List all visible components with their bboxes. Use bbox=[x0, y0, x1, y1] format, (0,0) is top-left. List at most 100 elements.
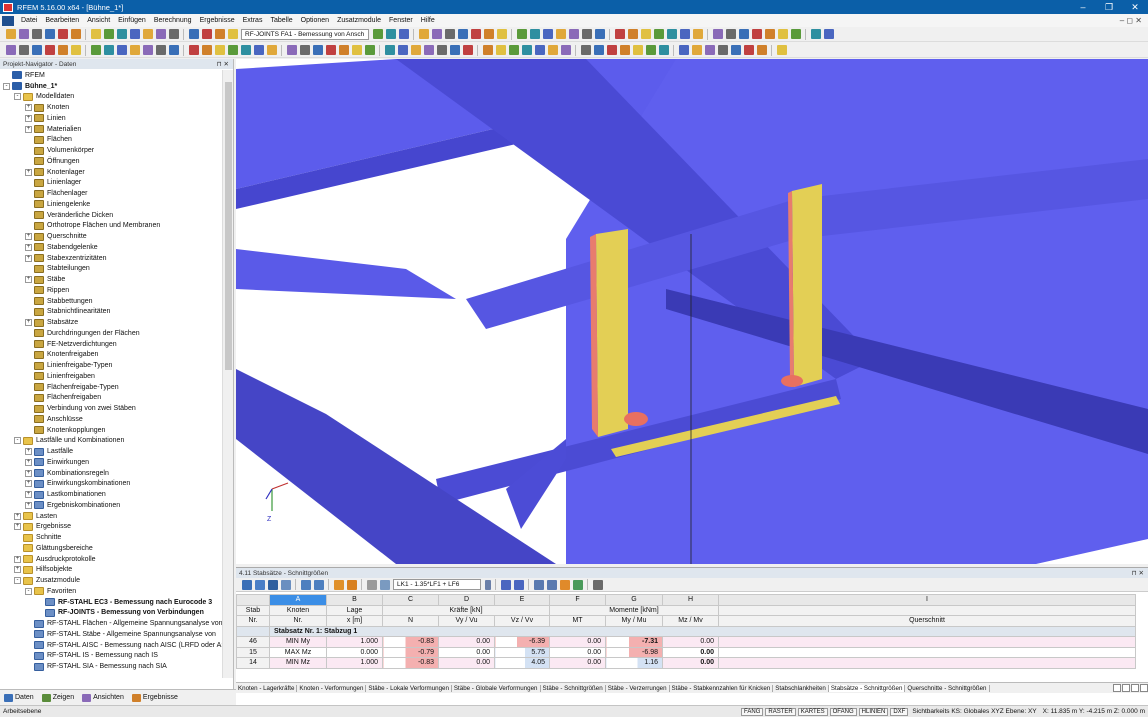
table-cell-Mz[interactable]: 0.00 bbox=[662, 657, 719, 669]
toolbar-tool-icon[interactable] bbox=[614, 29, 625, 39]
table-cell-Vy[interactable]: 0.00 bbox=[438, 636, 495, 648]
toolbar-tool-icon[interactable] bbox=[364, 45, 375, 55]
menu-hilfe[interactable]: Hilfe bbox=[417, 17, 439, 24]
tree-item[interactable]: FE-Netzverdichtungen bbox=[0, 339, 222, 350]
tree-item[interactable]: + Knoten bbox=[0, 102, 222, 113]
tree-item[interactable]: Liniengelenke bbox=[0, 199, 222, 210]
toolbar-tool-icon[interactable] bbox=[129, 29, 140, 39]
toolbar-tool-icon[interactable] bbox=[521, 45, 532, 55]
toolbar-tool-icon[interactable] bbox=[70, 45, 81, 55]
table-cell-Vz[interactable]: 5.75 bbox=[494, 646, 550, 658]
dropdown-arrow-icon[interactable] bbox=[484, 579, 491, 590]
tree-item[interactable]: Linienfreigabe-Typen bbox=[0, 360, 222, 371]
table-tab[interactable]: Stäbe - Schnittgrößen bbox=[541, 684, 606, 692]
toolbar-tool-icon[interactable] bbox=[810, 29, 821, 39]
table-cell-knoten[interactable]: MIN Mz bbox=[269, 657, 327, 669]
status-toggle[interactable]: DXF bbox=[890, 707, 909, 716]
minimize-button[interactable]: – bbox=[1070, 2, 1096, 13]
tree-item[interactable]: RFEM bbox=[0, 70, 222, 81]
restore-button[interactable]: ❐ bbox=[1096, 2, 1122, 13]
tab-ergebnisse[interactable]: Ergebnisse bbox=[128, 693, 182, 702]
menu-ergebnisse[interactable]: Ergebnisse bbox=[196, 17, 239, 24]
navigator-scrollbar[interactable] bbox=[222, 70, 233, 678]
tree-item[interactable]: Flächenfreigaben bbox=[0, 393, 222, 404]
tree-item[interactable]: Flächenlager bbox=[0, 188, 222, 199]
toolbar-tool-icon[interactable] bbox=[129, 45, 140, 55]
table-cell-x[interactable]: 1.000 bbox=[326, 657, 383, 669]
expand-toggle-icon[interactable]: + bbox=[25, 448, 32, 456]
col-header-a[interactable]: A bbox=[269, 594, 327, 606]
tree-item[interactable]: + Einwirkungskombinationen bbox=[0, 479, 222, 490]
table-tool-icon[interactable] bbox=[379, 579, 390, 590]
toolbar-tool-icon[interactable] bbox=[418, 29, 429, 39]
toolbar-tool-icon[interactable] bbox=[692, 29, 703, 39]
toolbar-tool-icon[interactable] bbox=[116, 29, 127, 39]
toolbar-tool-icon[interactable] bbox=[594, 29, 605, 39]
toolbar-tool-icon[interactable] bbox=[568, 29, 579, 39]
toolbar-tool-icon[interactable] bbox=[240, 45, 251, 55]
table-row[interactable]: 46 MIN My 1.000 -0.83 0.00 -6.39 0.00 -7.31 0.00 bbox=[236, 636, 1136, 648]
toolbar-tool-icon[interactable] bbox=[385, 29, 396, 39]
toolbar-tool-icon[interactable] bbox=[606, 45, 617, 55]
model-viewport[interactable]: Z bbox=[236, 59, 1148, 564]
toolbar-tool-icon[interactable] bbox=[299, 45, 310, 55]
tree-item[interactable]: RF-STAHL EC3 - Bemessung nach Eurocode 3 bbox=[0, 597, 222, 608]
toolbar-tool-icon[interactable] bbox=[227, 45, 238, 55]
toolbar-tool-icon[interactable] bbox=[632, 45, 643, 55]
tree-item[interactable]: + Stäbe bbox=[0, 274, 222, 285]
table-tool-icon[interactable] bbox=[267, 579, 278, 590]
group-row[interactable]: Stabsatz Nr. 1: Stabzug 1 bbox=[236, 625, 1136, 637]
table-cell-stab[interactable]: 15 bbox=[236, 646, 270, 658]
table-cell-Vz[interactable]: -6.39 bbox=[494, 636, 550, 648]
toolbar-tool-icon[interactable] bbox=[730, 45, 741, 55]
tree-item[interactable]: RF-JOINTS - Bemessung von Verbindungen bbox=[0, 608, 222, 619]
table-cell-querschnitt[interactable] bbox=[718, 657, 1136, 669]
mdi-controls[interactable]: – ◻ ✕ bbox=[1120, 16, 1148, 25]
toolbar-tool-icon[interactable] bbox=[751, 29, 762, 39]
toolbar-tool-icon[interactable] bbox=[627, 29, 638, 39]
table-cell-Mz[interactable]: 0.00 bbox=[662, 636, 719, 648]
toolbar-tool-icon[interactable] bbox=[449, 45, 460, 55]
expand-toggle-icon[interactable]: - bbox=[14, 577, 21, 585]
table-tab[interactable]: Stabsätze - Schnittgrößen bbox=[828, 684, 906, 692]
toolbar-tool-icon[interactable] bbox=[142, 45, 153, 55]
table-cell-knoten[interactable]: MIN My bbox=[269, 636, 327, 648]
tree-item[interactable]: Linienfreigaben bbox=[0, 371, 222, 382]
toolbar-tool-icon[interactable] bbox=[44, 29, 55, 39]
table-tool-icon[interactable] bbox=[254, 579, 265, 590]
toolbar-tool-icon[interactable] bbox=[431, 29, 442, 39]
toolbar-tool-icon[interactable] bbox=[580, 45, 591, 55]
col-header-c[interactable]: C bbox=[382, 594, 439, 606]
toolbar-tool-icon[interactable] bbox=[678, 45, 689, 55]
toolbar-tool-icon[interactable] bbox=[581, 29, 592, 39]
menu-datei[interactable]: Datei bbox=[17, 17, 41, 24]
toolbar-tool-icon[interactable] bbox=[312, 45, 323, 55]
tree-item[interactable]: RF-STAHL SIA - Bemessung nach SIA bbox=[0, 661, 222, 672]
table-cell-MT[interactable]: 0.00 bbox=[549, 646, 606, 658]
toolbar-tool-icon[interactable] bbox=[372, 29, 383, 39]
toolbar-tool-icon[interactable] bbox=[560, 45, 571, 55]
table-tool-icon[interactable] bbox=[533, 579, 544, 590]
toolbar-tool-icon[interactable] bbox=[103, 45, 114, 55]
toolbar-tool-icon[interactable] bbox=[168, 45, 179, 55]
table-tab[interactable]: Stäbe - Lokale Verformungen bbox=[366, 684, 452, 692]
tree-item[interactable]: - Zusatzmodule bbox=[0, 575, 222, 586]
expand-toggle-icon[interactable]: + bbox=[14, 566, 21, 574]
toolbar-tool-icon[interactable] bbox=[142, 29, 153, 39]
toolbar-tool-icon[interactable] bbox=[286, 45, 297, 55]
tab-ansichten[interactable]: Ansichten bbox=[78, 693, 128, 702]
toolbar-tool-icon[interactable] bbox=[5, 29, 16, 39]
col-header-b[interactable]: B bbox=[326, 594, 383, 606]
toolbar-tool-icon[interactable] bbox=[508, 45, 519, 55]
toolbar-tool-icon[interactable] bbox=[516, 29, 527, 39]
toolbar-tool-icon[interactable] bbox=[691, 45, 702, 55]
toolbar-tool-icon[interactable] bbox=[444, 29, 455, 39]
table-cell-N[interactable]: -0.83 bbox=[382, 636, 439, 648]
print-icon[interactable] bbox=[592, 579, 603, 590]
filter-icon[interactable] bbox=[333, 579, 344, 590]
toolbar-tool-icon[interactable] bbox=[227, 29, 238, 39]
tree-item[interactable]: RF-STAHL Stäbe - Allgemeine Spannungsana… bbox=[0, 629, 222, 640]
tree-item[interactable]: Rippen bbox=[0, 285, 222, 296]
expand-toggle-icon[interactable]: + bbox=[25, 319, 32, 327]
tree-item[interactable]: Stabteilungen bbox=[0, 264, 222, 275]
